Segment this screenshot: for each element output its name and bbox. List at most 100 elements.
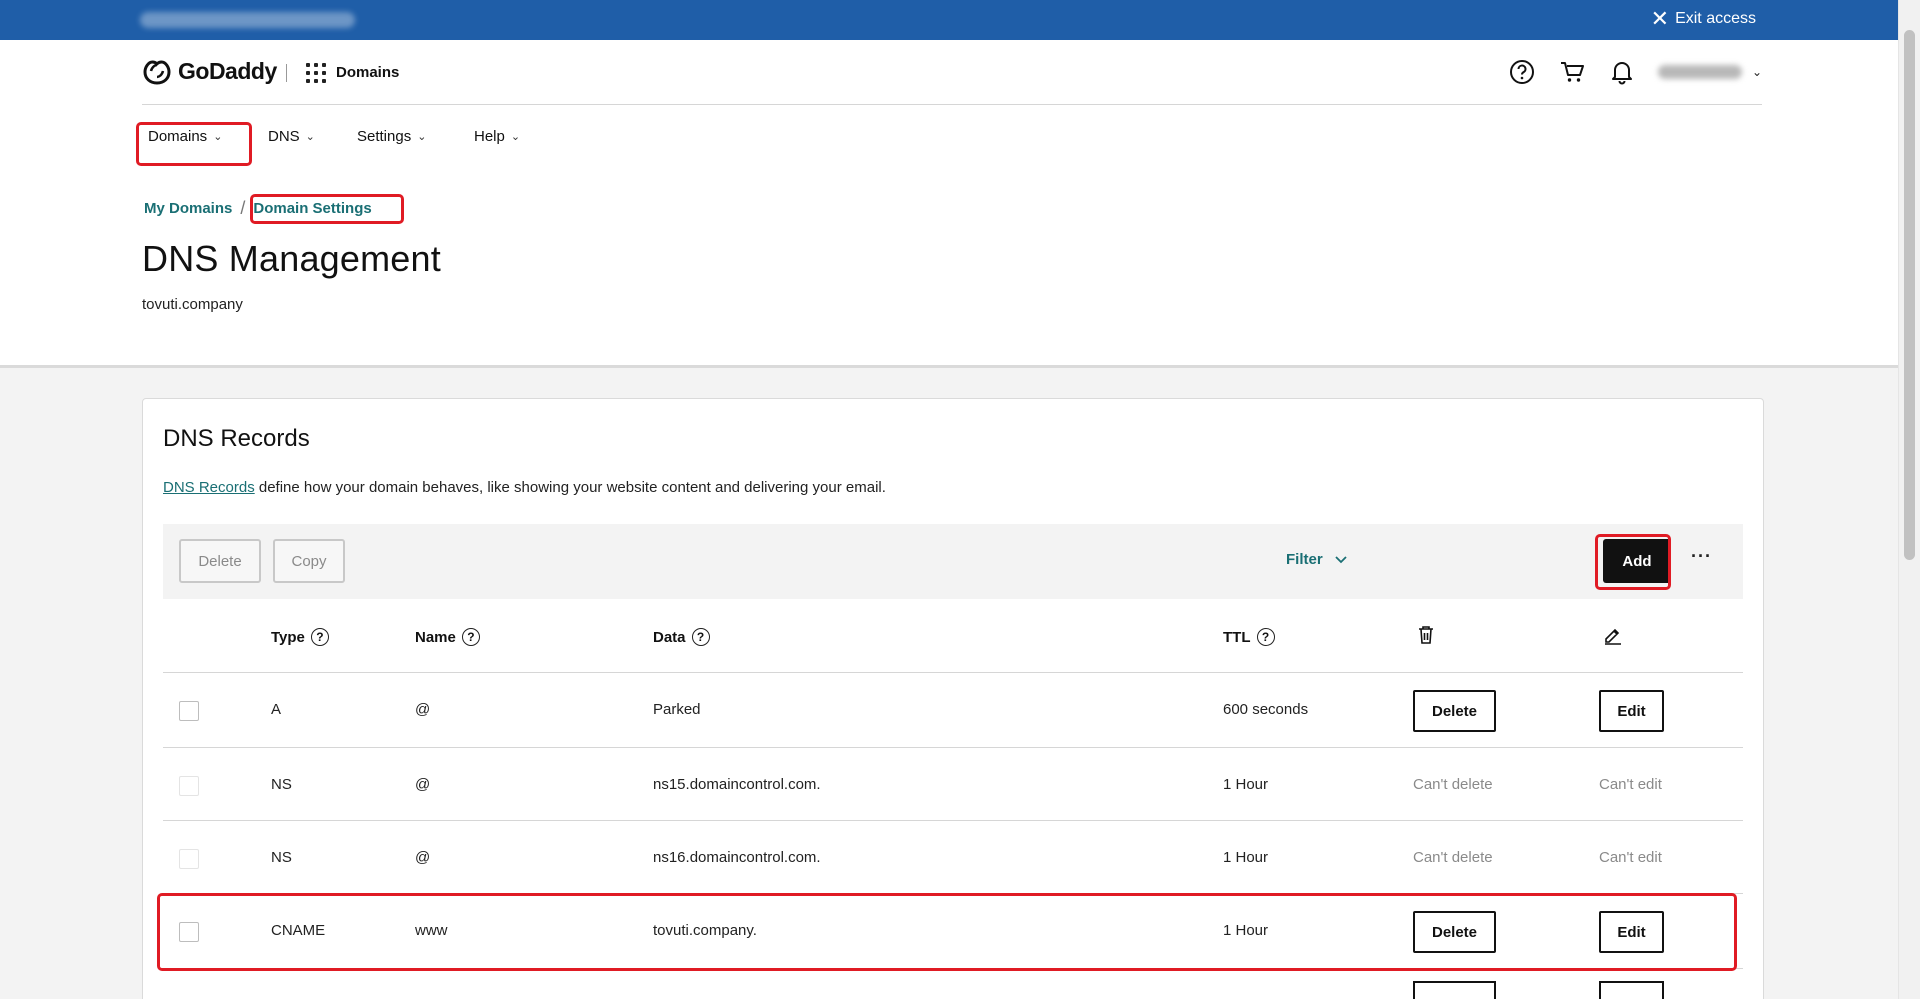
- card-description-text: define how your domain behaves, like sho…: [254, 479, 886, 496]
- cant-edit-label: Can't edit: [1599, 849, 1662, 866]
- help-icon[interactable]: [1508, 58, 1536, 86]
- chevron-down-icon: ⌄: [305, 131, 315, 143]
- chevron-down-icon: ⌄: [510, 131, 521, 143]
- row-checkbox: [179, 776, 199, 796]
- nav-settings[interactable]: Settings ⌄: [357, 128, 426, 145]
- col-ttl: TTL ?: [1223, 628, 1275, 646]
- record-name: www: [415, 922, 448, 939]
- record-name: @: [415, 776, 431, 793]
- breadcrumb: My Domains / Domain Settings: [144, 198, 372, 219]
- card-title: DNS Records: [163, 425, 310, 452]
- chevron-down-icon: ⌄: [417, 131, 427, 143]
- record-type: NS: [271, 849, 292, 866]
- edit-record-button[interactable]: [1599, 981, 1664, 999]
- record-type: CNAME: [271, 922, 326, 939]
- more-options-icon[interactable]: ···: [1691, 546, 1712, 567]
- scrollbar-thumb[interactable]: [1904, 30, 1915, 560]
- help-icon[interactable]: ?: [461, 628, 480, 646]
- product-name[interactable]: Domains: [336, 64, 399, 81]
- domain-name: tovuti.company: [142, 296, 243, 313]
- record-data: ns16.domaincontrol.com.: [653, 849, 821, 866]
- help-icon[interactable]: ?: [691, 628, 710, 646]
- nav-settings-label: Settings: [357, 128, 412, 145]
- breadcrumb-separator: /: [240, 198, 246, 218]
- nav-help[interactable]: Help ⌄: [474, 128, 520, 145]
- record-data: Parked: [653, 701, 701, 718]
- brand-name: GoDaddy: [178, 57, 277, 84]
- breadcrumb-my-domains[interactable]: My Domains: [144, 200, 232, 217]
- table-row: NS @ ns16.domaincontrol.com. 1 Hour Can'…: [163, 821, 1743, 894]
- cart-icon[interactable]: [1558, 58, 1586, 86]
- exit-access-label: Exit access: [1675, 10, 1756, 27]
- chevron-down-icon[interactable]: ⌄: [1752, 65, 1762, 79]
- col-type: Type ?: [271, 628, 329, 646]
- delete-record-button[interactable]: Delete: [1413, 690, 1496, 732]
- row-checkbox: [179, 849, 199, 869]
- chevron-down-icon: ⌄: [213, 131, 223, 143]
- dns-records-card: DNS Records DNS Records define how your …: [142, 398, 1764, 999]
- site-header: GoDaddy Domains ⌄: [142, 40, 1762, 105]
- dns-records-link[interactable]: DNS Records: [163, 479, 255, 496]
- godaddy-logo-icon: [143, 60, 171, 85]
- redacted-access-info: [140, 12, 355, 28]
- nav-domains[interactable]: Domains ⌄: [148, 128, 222, 145]
- bulk-copy-button[interactable]: Copy: [273, 539, 345, 583]
- main-nav: Domains ⌄ DNS ⌄ Settings ⌄ Help ⌄: [142, 122, 742, 154]
- row-checkbox[interactable]: [179, 701, 199, 721]
- col-data: Data ?: [653, 628, 710, 646]
- chevron-down-icon: [1335, 555, 1347, 563]
- table-row: NS @ ns15.domaincontrol.com. 1 Hour Can'…: [163, 748, 1743, 821]
- nav-domains-label: Domains: [148, 128, 208, 145]
- edit-record-button[interactable]: Edit: [1599, 911, 1664, 953]
- help-icon[interactable]: ?: [310, 628, 329, 646]
- table-row-partial: [163, 969, 1743, 999]
- filter-label: Filter: [1286, 551, 1323, 568]
- page-title: DNS Management: [142, 238, 441, 279]
- nav-dns[interactable]: DNS ⌄: [268, 128, 315, 145]
- row-checkbox[interactable]: [179, 922, 199, 942]
- redacted-user-name[interactable]: [1657, 65, 1742, 79]
- record-ttl: 600 seconds: [1223, 701, 1309, 718]
- apps-grid-icon[interactable]: [306, 63, 326, 83]
- exit-access-button[interactable]: ✕ Exit access: [1650, 6, 1756, 31]
- pencil-icon: [1603, 625, 1623, 645]
- table-row: A @ Parked 600 seconds Delete Edit: [163, 673, 1743, 748]
- delete-record-button[interactable]: [1413, 981, 1496, 999]
- bulk-delete-button[interactable]: Delete: [179, 539, 261, 583]
- record-ttl: 1 Hour: [1223, 922, 1269, 939]
- record-ttl: 1 Hour: [1223, 776, 1269, 793]
- col-data-label: Data: [653, 628, 686, 646]
- dns-records-table: Type ? Name ? Data ? TTL ? A @ Parked 60…: [163, 599, 1743, 999]
- table-row: CNAME www tovuti.company. 1 Hour Delete …: [163, 894, 1743, 969]
- edit-record-button[interactable]: Edit: [1599, 690, 1664, 732]
- filter-button[interactable]: Filter: [1286, 551, 1347, 568]
- nav-help-label: Help: [474, 128, 505, 145]
- table-header: Type ? Name ? Data ? TTL ?: [163, 599, 1743, 673]
- col-name-label: Name: [415, 628, 456, 646]
- breadcrumb-domain-settings[interactable]: Domain Settings: [253, 200, 371, 217]
- cant-delete-label: Can't delete: [1413, 849, 1493, 866]
- trash-icon: [1417, 625, 1435, 645]
- record-data: tovuti.company.: [653, 922, 757, 939]
- card-description: DNS Records define how your domain behav…: [163, 479, 886, 496]
- godaddy-logo[interactable]: GoDaddy: [142, 56, 277, 86]
- record-name: @: [415, 849, 431, 866]
- record-type: NS: [271, 776, 292, 793]
- record-data: ns15.domaincontrol.com.: [653, 776, 821, 793]
- col-ttl-label: TTL: [1223, 628, 1251, 646]
- nav-dns-label: DNS: [268, 128, 300, 145]
- help-icon[interactable]: ?: [1256, 628, 1275, 646]
- header-actions: ⌄: [1508, 58, 1762, 86]
- close-icon: ✕: [1650, 6, 1670, 31]
- record-name: @: [415, 701, 431, 718]
- cant-edit-label: Can't edit: [1599, 776, 1662, 793]
- col-type-label: Type: [271, 628, 305, 646]
- records-toolbar: Delete Copy Filter Add ···: [163, 524, 1743, 599]
- record-ttl: 1 Hour: [1223, 849, 1269, 866]
- add-record-button[interactable]: Add: [1603, 539, 1671, 583]
- bell-icon[interactable]: [1608, 58, 1636, 86]
- access-bar: ✕ Exit access: [0, 0, 1898, 40]
- delete-record-button[interactable]: Delete: [1413, 911, 1496, 953]
- col-name: Name ?: [415, 628, 480, 646]
- scrollbar[interactable]: [1898, 0, 1920, 999]
